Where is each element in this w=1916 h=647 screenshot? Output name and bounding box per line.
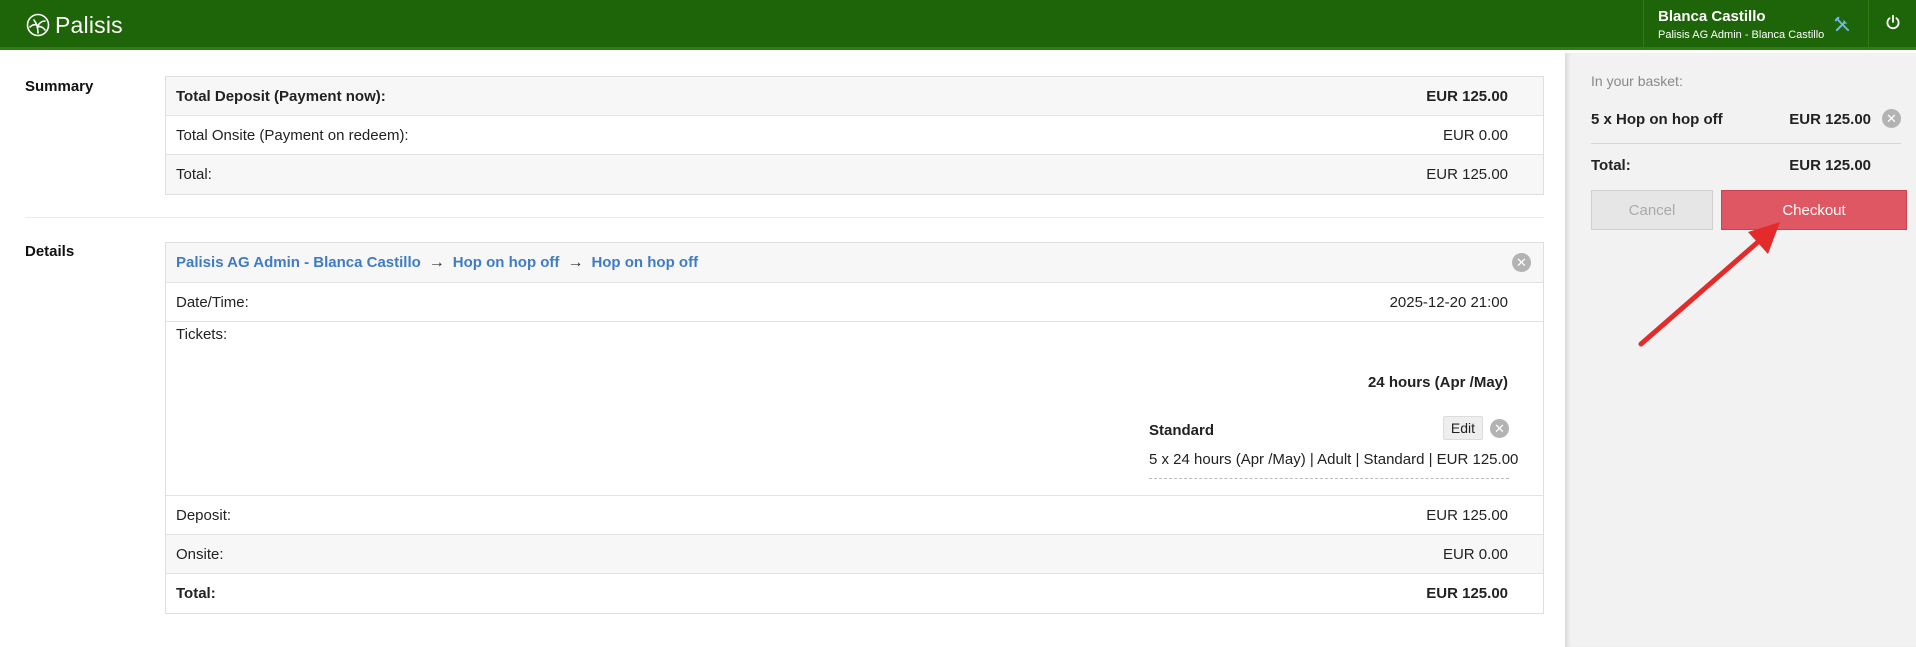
main-content: Summary Total Deposit (Payment now): EUR… xyxy=(0,53,1565,647)
basket-item-name: 5 x Hop on hop off xyxy=(1591,111,1723,128)
remove-booking-icon[interactable]: ✕ xyxy=(1512,253,1531,272)
breadcrumb-arrow-icon: → xyxy=(567,253,584,271)
section-divider xyxy=(25,217,1544,218)
breadcrumb-tour-link[interactable]: Hop on hop off xyxy=(591,254,698,271)
summary-table: Total Deposit (Payment now): EUR 125.00 … xyxy=(165,76,1544,195)
details-label: Details xyxy=(25,243,75,260)
user-menu[interactable]: Blanca Castillo Palisis AG Admin - Blanc… xyxy=(1643,0,1869,50)
ticket-title: Standard xyxy=(1149,422,1215,439)
remove-ticket-icon[interactable]: ✕ xyxy=(1490,419,1509,438)
details-row-datetime: Date/Time: 2025-12-20 21:00 xyxy=(166,283,1543,322)
details-breadcrumb: Palisis AG Admin - Blanca Castillo → Hop… xyxy=(166,243,1543,283)
basket-item: 5 x Hop on hop off EUR 125.00 ✕ xyxy=(1591,109,1901,131)
breadcrumb-product-link[interactable]: Hop on hop off xyxy=(453,254,560,271)
onsite-label: Onsite: xyxy=(176,545,224,563)
ticket-item: Standard Edit ✕ 5 x 24 hours (Apr /May) … xyxy=(1149,416,1518,479)
summary-onsite-label: Total Onsite (Payment on redeem): xyxy=(176,126,409,144)
datetime-label: Date/Time: xyxy=(176,293,249,311)
summary-row-onsite: Total Onsite (Payment on redeem): EUR 0.… xyxy=(166,116,1543,155)
deposit-value: EUR 125.00 xyxy=(1426,506,1508,524)
details-total-label: Total: xyxy=(176,585,216,602)
onsite-value: EUR 0.00 xyxy=(1442,545,1508,563)
basket-divider xyxy=(1591,143,1901,144)
summary-deposit-value: EUR 125.00 xyxy=(1426,87,1508,105)
summary-deposit-label: Total Deposit (Payment now): xyxy=(176,87,386,105)
datetime-value: 2025-12-20 21:00 xyxy=(1389,293,1508,311)
details-row-onsite: Onsite: EUR 0.00 xyxy=(166,535,1543,574)
basket-total: Total: EUR 125.00 xyxy=(1591,157,1901,174)
logo-text: Palisis xyxy=(55,11,123,38)
deposit-label: Deposit: xyxy=(176,506,232,524)
summary-onsite-value: EUR 0.00 xyxy=(1442,126,1508,144)
ticket-description: 5 x 24 hours (Apr /May) | Adult | Standa… xyxy=(1149,451,1519,468)
basket-total-value: EUR 125.00 xyxy=(1789,157,1871,174)
details-table: Palisis AG Admin - Blanca Castillo → Hop… xyxy=(165,242,1544,614)
basket-panel: In your basket: 5 x Hop on hop off EUR 1… xyxy=(1565,53,1916,647)
details-total-value: EUR 125.00 xyxy=(1426,585,1508,602)
details-row-total: Total: EUR 125.00 xyxy=(166,574,1543,613)
remove-basket-item-icon[interactable]: ✕ xyxy=(1882,109,1901,128)
cancel-button[interactable]: Cancel xyxy=(1591,190,1713,230)
tickets-label: Tickets: xyxy=(176,326,228,343)
palisis-logo[interactable]: Palisis xyxy=(26,12,123,38)
summary-row-total: Total: EUR 125.00 xyxy=(166,155,1543,194)
top-bar: Palisis Blanca Castillo Palisis AG Admin… xyxy=(0,0,1916,50)
details-row-deposit: Deposit: EUR 125.00 xyxy=(166,496,1543,535)
summary-total-label: Total: xyxy=(176,166,212,183)
ticket-group-title: 24 hours (Apr /May) xyxy=(1367,374,1508,391)
power-icon[interactable] xyxy=(1885,14,1901,30)
palm-logo-icon xyxy=(26,13,50,37)
basket-title: In your basket: xyxy=(1591,73,1683,89)
breadcrumb-arrow-icon: → xyxy=(428,253,445,271)
basket-total-label: Total: xyxy=(1591,157,1631,174)
tickets-section: Tickets: 24 hours (Apr /May) Standard Ed… xyxy=(166,322,1543,496)
summary-total-value: EUR 125.00 xyxy=(1426,166,1508,183)
breadcrumb-account-link[interactable]: Palisis AG Admin - Blanca Castillo xyxy=(176,254,421,271)
tools-icon[interactable] xyxy=(1834,16,1851,33)
summary-label: Summary xyxy=(25,78,94,95)
basket-item-price: EUR 125.00 xyxy=(1789,111,1871,128)
edit-ticket-button[interactable]: Edit xyxy=(1442,416,1483,440)
summary-row-deposit: Total Deposit (Payment now): EUR 125.00 xyxy=(166,77,1543,116)
checkout-button[interactable]: Checkout xyxy=(1721,190,1907,230)
